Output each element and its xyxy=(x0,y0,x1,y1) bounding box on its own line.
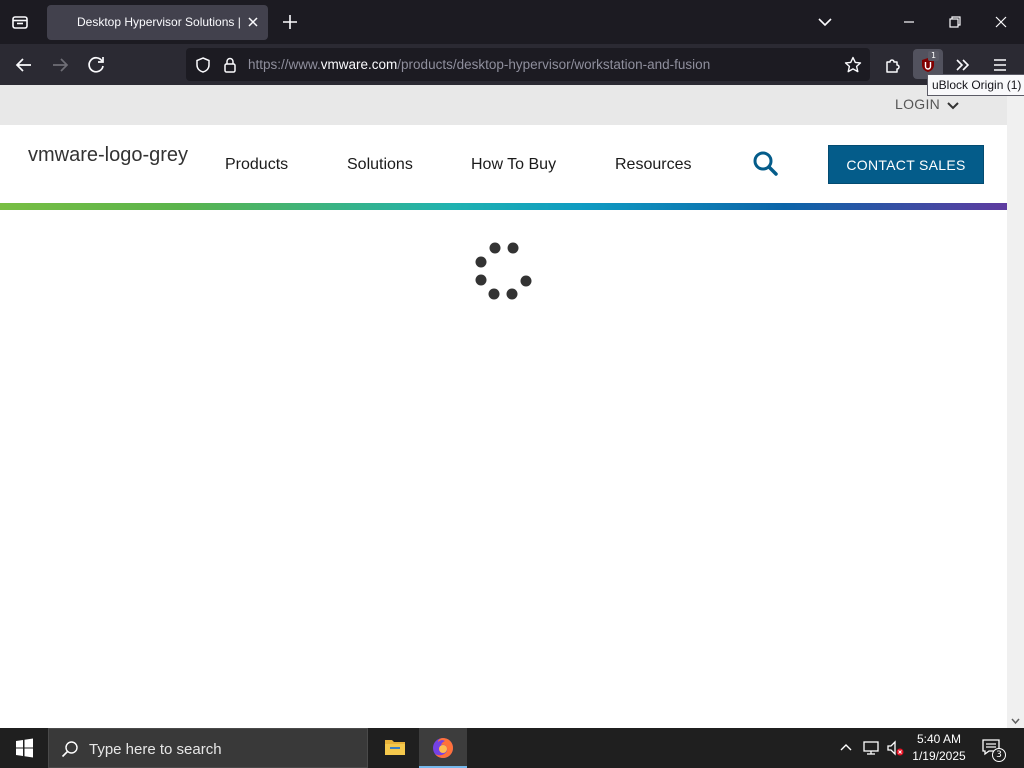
clock-date: 1/19/2025 xyxy=(912,749,966,763)
search-placeholder: Type here to search xyxy=(89,741,222,758)
back-icon[interactable] xyxy=(11,52,37,78)
nav-products[interactable]: Products xyxy=(225,156,288,174)
close-tab-icon[interactable] xyxy=(244,13,262,31)
forward-icon[interactable] xyxy=(47,52,73,78)
notification-count-badge: 3 xyxy=(992,748,1006,762)
tab-list-icon[interactable] xyxy=(8,10,32,34)
url-text[interactable]: https://www.vmware.com/products/desktop-… xyxy=(248,57,710,72)
address-bar[interactable]: https://www.vmware.com/products/desktop-… xyxy=(186,48,870,81)
lock-icon[interactable] xyxy=(221,56,239,74)
scroll-down-arrow-icon[interactable] xyxy=(1010,716,1021,727)
nav-how-to-buy[interactable]: How To Buy xyxy=(471,156,556,174)
network-icon[interactable] xyxy=(861,738,881,758)
ublock-badge: 1 xyxy=(928,51,939,61)
reload-icon[interactable] xyxy=(83,52,109,78)
show-hidden-icons-chevron-icon[interactable] xyxy=(836,738,856,758)
active-tab[interactable]: Desktop Hypervisor Solutions | VMware xyxy=(47,5,268,40)
nav-solutions[interactable]: Solutions xyxy=(347,156,413,174)
brand-gradient-divider xyxy=(0,203,1007,210)
url-host: vmware.com xyxy=(320,57,398,72)
restore-window-icon[interactable] xyxy=(941,10,969,34)
action-center-button[interactable]: 3 xyxy=(980,736,1006,762)
list-all-tabs-icon[interactable] xyxy=(815,12,835,32)
file-explorer-taskbar-button[interactable] xyxy=(371,728,419,768)
page-scrollbar[interactable] xyxy=(1007,85,1024,728)
browser-nav-bar: https://www.vmware.com/products/desktop-… xyxy=(0,44,1024,85)
extensions-puzzle-icon[interactable] xyxy=(880,52,906,78)
system-clock[interactable]: 5:40 AM 1/19/2025 xyxy=(906,731,972,765)
loading-spinner-icon xyxy=(475,242,532,300)
url-path: /products/desktop-hypervisor/workstation… xyxy=(397,57,711,72)
chevron-down-icon[interactable] xyxy=(946,99,960,113)
shield-icon[interactable] xyxy=(194,56,212,74)
windows-taskbar: Type here to search 5:40 AM 1/19/2025 3 xyxy=(0,728,1024,768)
site-header: vmware-logo-grey Products Solutions How … xyxy=(0,125,1007,205)
folder-icon xyxy=(385,740,405,755)
windows-start-icon[interactable] xyxy=(0,728,48,768)
nav-resources[interactable]: Resources xyxy=(615,156,691,174)
minimize-window-icon[interactable] xyxy=(895,10,923,34)
new-tab-icon[interactable] xyxy=(279,11,301,33)
firefox-taskbar-button[interactable] xyxy=(419,728,467,768)
clock-time: 5:40 AM xyxy=(916,732,962,746)
search-icon[interactable] xyxy=(751,149,779,177)
volume-muted-icon[interactable] xyxy=(885,738,905,758)
web-page: LOGIN vmware-logo-grey Products Solution… xyxy=(0,85,1007,728)
utility-bar: LOGIN xyxy=(0,85,1007,125)
extension-tooltip: uBlock Origin (1) xyxy=(927,74,1024,96)
browser-tab-bar: Desktop Hypervisor Solutions | VMware xyxy=(0,0,1024,44)
firefox-icon xyxy=(433,738,453,758)
close-window-icon[interactable] xyxy=(987,10,1015,34)
contact-sales-button[interactable]: CONTACT SALES xyxy=(828,145,984,184)
search-icon xyxy=(61,741,78,758)
bookmark-star-icon[interactable] xyxy=(843,55,863,75)
url-prefix: https://www. xyxy=(248,57,321,72)
vmware-logo[interactable]: vmware-logo-grey xyxy=(28,144,189,167)
tab-title: Desktop Hypervisor Solutions | VMware xyxy=(77,15,243,29)
login-link[interactable]: LOGIN xyxy=(895,96,940,112)
taskbar-search-box[interactable]: Type here to search xyxy=(48,728,368,768)
